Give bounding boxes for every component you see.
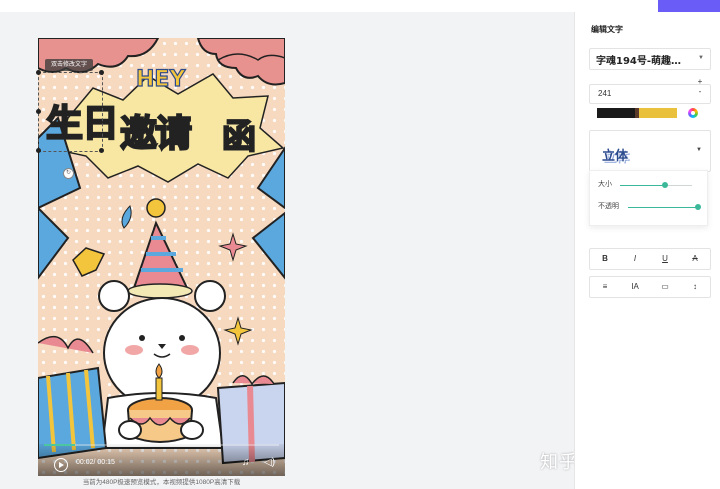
text-style-preview: 立体: [602, 149, 629, 164]
vertical-text-icon[interactable]: ↕: [680, 277, 710, 297]
line-height-icon[interactable]: ▭: [650, 277, 680, 297]
italic-button[interactable]: I: [620, 249, 650, 269]
size-slider-fill: [620, 185, 665, 186]
preview-mode-note: 当前为480P极速预览模式，本视频提供1080P高清下载: [82, 479, 241, 486]
progress-fill: [44, 444, 75, 446]
font-size-input[interactable]: 241: [589, 84, 711, 104]
font-size-value: 241: [598, 89, 612, 98]
align-icon[interactable]: ≡: [590, 277, 620, 297]
panel-title: 编辑文字: [591, 25, 623, 34]
chevron-down-icon: ▼: [698, 55, 704, 61]
underline-button[interactable]: U: [650, 249, 680, 269]
letter-spacing-icon[interactable]: IA: [620, 277, 650, 297]
font-name: 字魂194号-萌趣…: [596, 56, 682, 67]
top-accent-button[interactable]: [658, 0, 720, 12]
resize-handle-tl[interactable]: [36, 70, 41, 75]
text-layout-toolbar: ≡ IA ▭ ↕: [589, 276, 711, 298]
play-icon[interactable]: [54, 458, 68, 472]
music-note-icon[interactable]: ♫: [242, 457, 250, 468]
size-slider[interactable]: [620, 182, 692, 188]
video-player-bar: 00:02/ 00:15 ♫ ◁): [38, 444, 285, 476]
bold-button[interactable]: B: [590, 249, 620, 269]
resize-handle-bl[interactable]: [36, 148, 41, 153]
playback-time: 00:02/ 00:15: [76, 459, 115, 466]
rotate-handle-icon[interactable]: ↻: [63, 168, 74, 179]
opacity-slider-fill: [628, 207, 698, 208]
svg-text:函: 函: [222, 117, 256, 157]
font-size-increase-button[interactable]: +: [695, 78, 705, 86]
color-swatch-yellow[interactable]: [639, 108, 677, 118]
text-color-swatch[interactable]: [597, 108, 677, 118]
resize-handle-tr[interactable]: [99, 70, 104, 75]
strikethrough-button[interactable]: A: [680, 249, 710, 269]
color-wheel-icon[interactable]: [688, 108, 698, 118]
text-edit-panel: 编辑文字 字魂194号-萌趣… ▼ 241 + - 立体 ▼ 大小 不透明 B …: [574, 12, 720, 489]
double-click-edit-tip: 双击修改文字: [45, 59, 94, 71]
size-label: 大小: [598, 181, 612, 188]
text-format-toolbar: B I U A: [589, 248, 711, 270]
opacity-slider-knob[interactable]: [695, 204, 701, 210]
text-selection-box[interactable]: [38, 72, 103, 152]
svg-text:邀请: 邀请: [120, 112, 192, 155]
opacity-slider[interactable]: [628, 204, 701, 210]
resize-handle-br[interactable]: [99, 148, 104, 153]
progress-track[interactable]: [44, 444, 279, 446]
font-size-decrease-button[interactable]: -: [695, 88, 705, 96]
font-family-select[interactable]: 字魂194号-萌趣… ▼: [589, 48, 711, 70]
style-adjust-popover: 大小 不透明: [589, 170, 708, 226]
color-swatch-black[interactable]: [597, 108, 635, 118]
size-slider-knob[interactable]: [661, 182, 668, 188]
hey-text: HEY: [136, 67, 186, 92]
volume-icon[interactable]: ◁): [264, 457, 275, 468]
text-style-select[interactable]: 立体 ▼: [589, 130, 711, 172]
resize-handle-ml[interactable]: [36, 109, 41, 114]
chevron-down-icon: ▼: [696, 147, 702, 153]
opacity-label: 不透明: [598, 203, 619, 210]
